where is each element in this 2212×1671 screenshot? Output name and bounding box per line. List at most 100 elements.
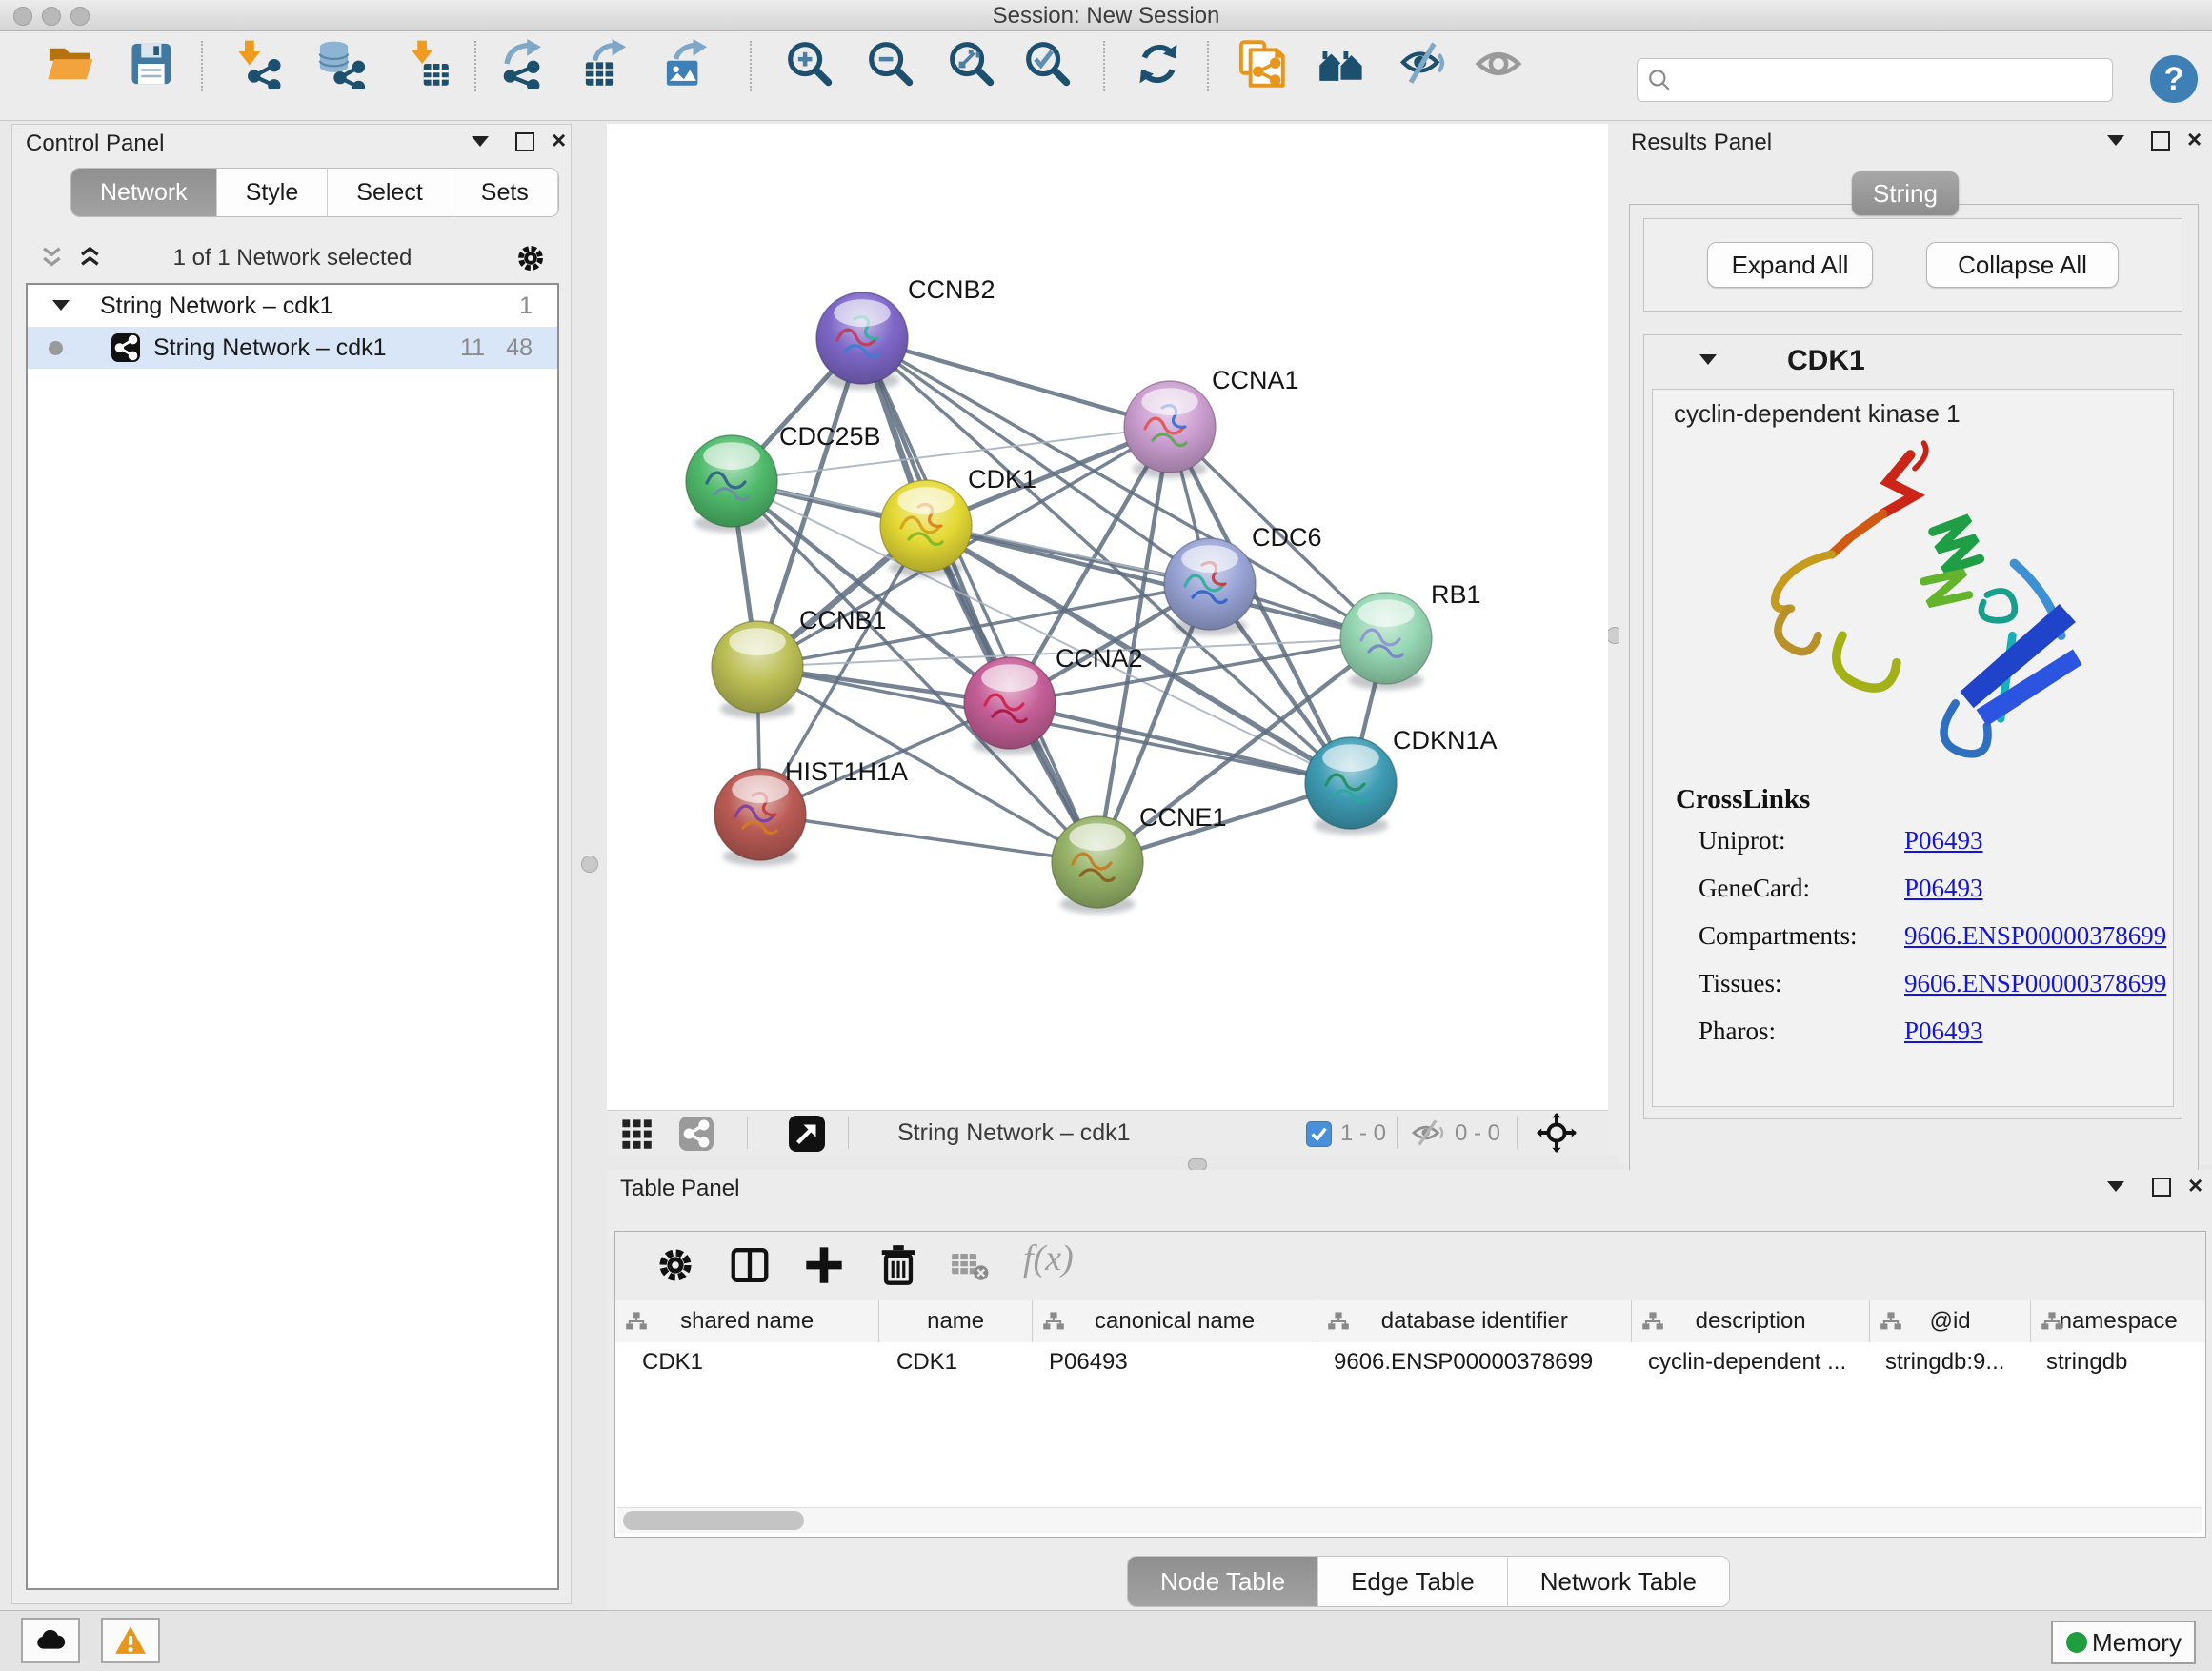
table-panel-float-icon[interactable] [2152, 1178, 2171, 1197]
export-table-icon[interactable] [581, 39, 631, 89]
zoom-out-icon[interactable] [866, 39, 915, 89]
warnings-button[interactable] [101, 1618, 160, 1663]
delete-table-icon[interactable] [951, 1251, 989, 1281]
string-network-graph[interactable]: CCNB2CCNA1CDC25BCDK1CDC6RB1CCNB1CCNA2CDK… [607, 124, 1608, 1110]
column-header-canonical-name[interactable]: canonical name [1033, 1300, 1317, 1342]
table-panel-close-icon[interactable]: × [2188, 1176, 2202, 1195]
column-header-database-identifier[interactable]: database identifier [1317, 1300, 1632, 1342]
crosslink-uniprot-link[interactable]: P06493 [1904, 826, 1983, 856]
control-panel-collapse-icon[interactable] [472, 136, 489, 147]
netbar-separator [1517, 1117, 1518, 1149]
export-network-icon[interactable] [499, 39, 549, 89]
selected-checkbox-icon[interactable] [1306, 1121, 1332, 1147]
cell-namespace[interactable]: stringdb [2029, 1342, 2203, 1382]
network-canvas[interactable]: CCNB2CCNA1CDC25BCDK1CDC6RB1CCNB1CCNA2CDK… [607, 124, 1608, 1110]
table-row[interactable]: CDK1 CDK1 P06493 9606.ENSP00000378699 cy… [615, 1342, 2205, 1382]
import-network-from-database-icon[interactable] [315, 39, 365, 89]
left-splitter-handle[interactable] [581, 856, 598, 873]
column-header-shared-name[interactable]: shared name [615, 1300, 879, 1342]
copy-network-icon[interactable] [1237, 39, 1286, 89]
table-horizontal-scrollbar [617, 1507, 2202, 1533]
results-panel-collapse-icon[interactable] [2107, 135, 2124, 146]
memory-button[interactable]: Memory [2051, 1621, 2196, 1664]
control-panel-tabs: Network Style Select Sets [71, 169, 558, 216]
column-header-description[interactable]: description [1632, 1300, 1869, 1342]
gene-section-header[interactable]: CDK1 [1644, 335, 2182, 385]
cell-database-identifier[interactable]: 9606.ENSP00000378699 [1317, 1342, 1631, 1382]
tab-node-table[interactable]: Node Table [1128, 1557, 1318, 1606]
tab-edge-table[interactable]: Edge Table [1318, 1557, 1508, 1606]
column-header-name[interactable]: name [879, 1300, 1033, 1342]
cell-id[interactable]: stringdb:9... [1868, 1342, 2029, 1382]
column-header-namespace[interactable]: namespace [2031, 1300, 2205, 1342]
results-panel-close-icon[interactable]: × [2187, 130, 2202, 149]
svg-text:CCNE1: CCNE1 [1139, 803, 1227, 832]
function-builder-icon[interactable]: f(x) [1023, 1238, 1074, 1279]
open-session-icon[interactable] [45, 39, 94, 89]
cell-shared-name[interactable]: CDK1 [615, 1342, 879, 1382]
network-collection-row[interactable]: String Network – cdk1 1 [28, 285, 557, 327]
results-panel-title: Results Panel [1631, 130, 1772, 156]
tab-sets[interactable]: Sets [452, 169, 558, 216]
network-list-toolbar: 1 of 1 Network selected [26, 237, 557, 279]
hidden-eye-icon[interactable] [1410, 1118, 1446, 1147]
cell-name[interactable]: CDK1 [879, 1342, 1032, 1382]
import-table-from-file-icon[interactable] [402, 39, 452, 89]
svg-text:RB1: RB1 [1431, 580, 1481, 609]
column-label: database identifier [1381, 1308, 1568, 1334]
table-panel-collapse-icon[interactable] [2107, 1181, 2124, 1192]
delete-column-icon[interactable] [876, 1243, 920, 1287]
show-columns-icon[interactable] [728, 1243, 772, 1287]
crosslinks-title: CrossLinks [1676, 784, 1810, 815]
collection-expander-icon[interactable] [52, 300, 70, 311]
expand-all-chevron-icon[interactable] [77, 245, 104, 272]
string-results-tab[interactable]: String [1852, 171, 1959, 215]
zoom-fit-icon[interactable] [947, 39, 996, 89]
table-settings-gear-icon[interactable] [654, 1243, 697, 1287]
string-results-container: Expand All Collapse All CDK1 cyclin-depe… [1629, 204, 2199, 1206]
search-icon [1647, 68, 1672, 92]
zoom-in-icon[interactable] [785, 39, 835, 89]
collapse-all-chevron-icon[interactable] [39, 245, 66, 272]
crosslink-pharos-link[interactable]: P06493 [1904, 1017, 1983, 1046]
network-options-gear-icon[interactable] [513, 241, 548, 275]
save-session-icon[interactable] [126, 39, 175, 89]
tab-style[interactable]: Style [217, 169, 329, 216]
network-row-selected[interactable]: String Network – cdk1 11 48 [28, 327, 557, 369]
expand-all-button[interactable]: Expand All [1707, 242, 1873, 288]
toolbar-separator [750, 41, 752, 91]
fit-crosshair-icon[interactable] [1537, 1113, 1577, 1153]
help-button[interactable]: ? [2150, 55, 2198, 103]
first-neighbors-icon[interactable] [1317, 39, 1366, 89]
control-panel-float-icon[interactable] [515, 132, 534, 151]
grid-view-icon[interactable] [619, 1117, 654, 1151]
zoom-selected-icon[interactable] [1023, 39, 1073, 89]
control-panel-close-icon[interactable]: × [552, 131, 566, 150]
crosslink-tissues-link[interactable]: 9606.ENSP00000378699 [1904, 969, 2166, 998]
crosslink-compartments-link[interactable]: 9606.ENSP00000378699 [1904, 921, 2166, 951]
show-all-eye-icon[interactable] [1474, 39, 1523, 89]
hide-selected-eye-icon[interactable] [1398, 39, 1448, 89]
cloud-services-button[interactable] [21, 1618, 80, 1663]
collapse-all-button[interactable]: Collapse All [1926, 242, 2119, 288]
search-input[interactable] [1679, 63, 2102, 95]
window-title: Session: New Session [0, 3, 2212, 30]
add-column-icon[interactable] [802, 1243, 846, 1287]
import-network-from-file-icon[interactable] [232, 39, 282, 89]
protein-structure-image [1729, 428, 2101, 780]
crosslink-genecard-link[interactable]: P06493 [1904, 874, 1983, 903]
results-panel-float-icon[interactable] [2151, 131, 2170, 151]
tab-network-table[interactable]: Network Table [1508, 1557, 1729, 1606]
results-panel: Results Panel × Expand All Collapse All … [1619, 124, 2212, 1164]
cell-description[interactable]: cyclin-dependent ... [1631, 1342, 1868, 1382]
gene-expander-icon[interactable] [1699, 354, 1717, 365]
open-in-new-window-icon[interactable] [789, 1116, 825, 1152]
scrollbar-thumb[interactable] [623, 1511, 804, 1530]
column-header-id[interactable]: @id [1870, 1300, 2032, 1342]
refresh-view-icon[interactable] [1134, 39, 1183, 89]
export-image-icon[interactable] [662, 39, 712, 89]
share-view-icon[interactable] [679, 1117, 714, 1151]
tab-select[interactable]: Select [328, 169, 452, 216]
cell-canonical-name[interactable]: P06493 [1032, 1342, 1317, 1382]
tab-network[interactable]: Network [71, 169, 217, 216]
